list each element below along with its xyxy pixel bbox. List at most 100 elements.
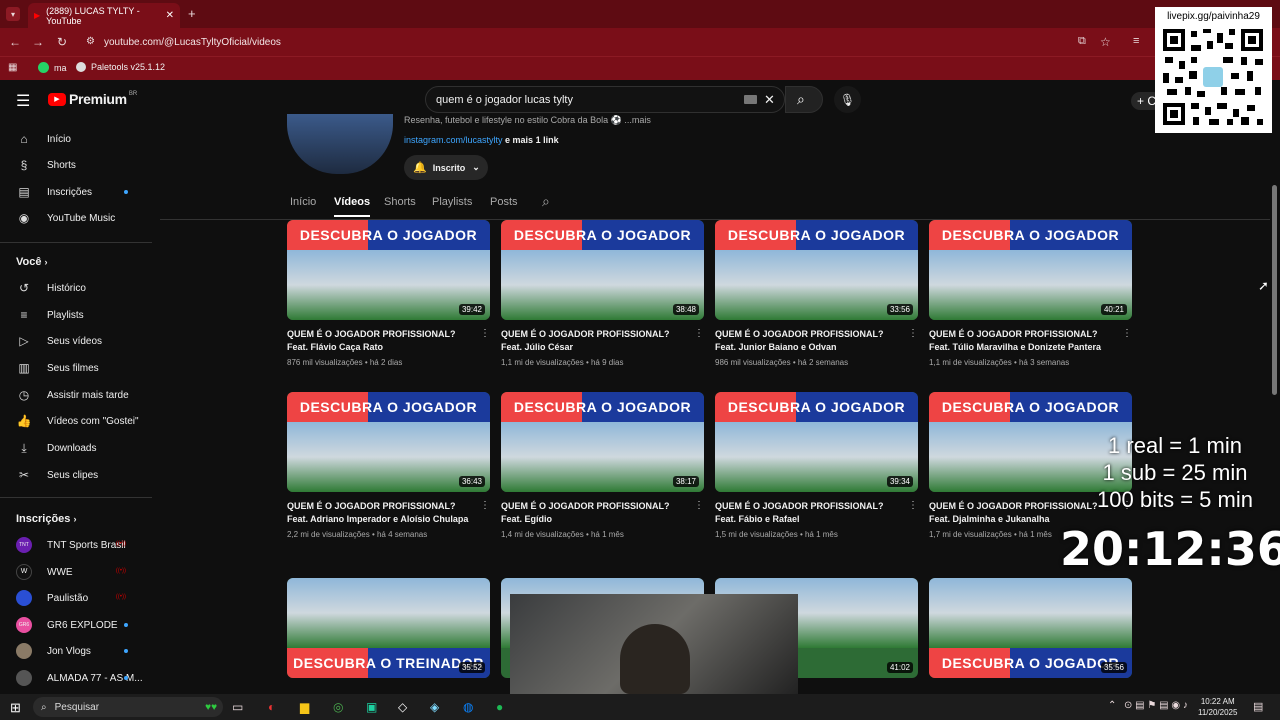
channel-link[interactable]: instagram.com/lucastylty — [404, 135, 503, 145]
video-card[interactable]: DESCUBRA O JOGADOR 39:34 QUEM É O JOGADOR … — [715, 392, 918, 539]
video-card[interactable]: DESCUBRA O JOGADOR 33:56 QUEM É O JOGADOR … — [715, 220, 918, 367]
video-thumbnail[interactable]: DESCUBRA O JOGADOR 36:43 — [287, 392, 490, 492]
edge-icon[interactable]: ◍ — [463, 700, 473, 714]
channel-search-icon[interactable]: ⌕ — [542, 193, 550, 210]
tab-shorts[interactable]: Shorts — [384, 196, 416, 208]
video-thumbnail[interactable]: DESCUBRA O TREINADOR 35:52 — [287, 578, 490, 678]
tray-chevron-icon[interactable]: ⌃ — [1108, 700, 1116, 711]
video-title[interactable]: QUEM É O JOGADOR PROFISSIONAL? Feat. Flá… — [287, 328, 472, 354]
channel-avatar-large[interactable] — [287, 114, 393, 174]
tray-icons[interactable]: ⊙ ▤ ⚑ ▤ ◉ ♪ — [1124, 700, 1188, 711]
page-scrollbar[interactable] — [1272, 185, 1277, 395]
video-title[interactable]: QUEM É O JOGADOR PROFISSIONAL? Feat. Túl… — [929, 328, 1114, 354]
subscription-item[interactable]: ALMADA 77 - AS M... — [16, 665, 146, 691]
video-thumbnail[interactable]: DESCUBRA O JOGADOR 38:48 — [501, 220, 704, 320]
subscription-item[interactable]: GR6 GR6 EXPLODE — [16, 612, 146, 638]
video-title[interactable]: QUEM É O JOGADOR PROFISSIONAL? Feat. Júl… — [501, 328, 686, 354]
bookmark-paletools[interactable]: Paletools v25.1.12 — [76, 62, 165, 72]
video-thumbnail[interactable]: DESCUBRA O JOGADOR 35:56 — [929, 578, 1132, 678]
video-card[interactable]: DESCUBRA O JOGADOR 35:56 — [929, 578, 1132, 678]
more-options-icon[interactable]: ⋮ — [694, 328, 704, 339]
video-thumbnail[interactable]: DESCUBRA O JOGADOR 38:17 — [501, 392, 704, 492]
apps-grid-icon[interactable]: ▦ — [8, 62, 17, 73]
windows-start-icon[interactable]: ⊞ — [10, 700, 21, 716]
tab-posts[interactable]: Posts — [490, 196, 518, 208]
spotify-icon[interactable]: ● — [496, 700, 503, 714]
app-icon[interactable]: ◐ — [268, 700, 275, 714]
sidebar-item-shorts[interactable]: § Shorts — [16, 152, 146, 178]
more-links[interactable]: e mais 1 link — [505, 135, 559, 145]
subscription-item[interactable]: W WWE ((•)) — [16, 559, 146, 585]
video-card[interactable]: DESCUBRA O JOGADOR 39:42 QUEM É O JOGADOR … — [287, 220, 490, 367]
media-controls-icon[interactable]: ≡ — [1133, 35, 1139, 47]
close-tab-icon[interactable]: ✕ — [166, 10, 174, 21]
task-view-icon[interactable]: ▭ — [232, 700, 243, 714]
file-explorer-icon[interactable]: ▆ — [300, 700, 309, 714]
notifications-icon[interactable]: ▤ — [1253, 700, 1263, 713]
video-card[interactable]: DESCUBRA O JOGADOR 38:17 QUEM É O JOGADOR … — [501, 392, 704, 539]
more-options-icon[interactable]: ⋮ — [480, 500, 490, 511]
tab-playlists[interactable]: Playlists — [432, 196, 472, 208]
sidebar-item-liked[interactable]: 👍 Vídeos com "Gostei" — [16, 408, 146, 434]
video-card[interactable]: DESCUBRA O JOGADOR 40:21 QUEM É O JOGADOR … — [929, 220, 1132, 367]
address-bar[interactable]: youtube.com/@LucasTyltyOficial/videos — [104, 37, 281, 48]
install-app-icon[interactable]: ⧉ — [1078, 35, 1086, 48]
video-thumbnail[interactable]: DESCUBRA O JOGADOR 39:34 — [715, 392, 918, 492]
site-info-icon[interactable]: ⚙ — [86, 36, 95, 47]
back-icon[interactable]: ← — [9, 35, 21, 49]
subscriptions-section-title[interactable]: Inscrições › — [16, 513, 76, 525]
video-title[interactable]: QUEM É O JOGADOR PROFISSIONAL? Feat. Adr… — [287, 500, 472, 526]
tab-list-icon[interactable]: ▾ — [6, 7, 20, 21]
sidebar-item-your-videos[interactable]: ▷ Seus vídeos — [16, 328, 146, 354]
more-options-icon[interactable]: ⋮ — [694, 500, 704, 511]
search-button[interactable]: ⌕ — [785, 86, 823, 113]
video-thumbnail[interactable]: DESCUBRA O JOGADOR 40:21 — [929, 220, 1132, 320]
video-title[interactable]: QUEM É O JOGADOR PROFISSIONAL? Feat. Fáb… — [715, 500, 900, 526]
more-options-icon[interactable]: ⋮ — [1122, 328, 1132, 339]
sidebar-item-subscriptions[interactable]: ▤ Inscrições — [16, 179, 146, 205]
search-input[interactable]: quem é o jogador lucas tylty ✕ — [425, 86, 785, 113]
browser-tab[interactable]: ▶ (2889) LUCAS TYLTY - YouTube ✕ — [28, 3, 180, 28]
more-options-icon[interactable]: ⋮ — [908, 328, 918, 339]
bookmark-star-icon[interactable]: ☆ — [1100, 35, 1111, 49]
subscribed-button[interactable]: 🔔 Inscrito ⌄ — [404, 155, 488, 180]
app-icon[interactable]: ▣ — [366, 700, 377, 714]
reload-icon[interactable]: ↻ — [57, 35, 67, 49]
more-options-icon[interactable]: ⋮ — [480, 328, 490, 339]
tab-home[interactable]: Início — [290, 196, 316, 208]
sidebar-item-movies[interactable]: ▥ Seus filmes — [16, 355, 146, 381]
video-title[interactable]: QUEM É O JOGADOR PROFISSIONAL? Feat. Egí… — [501, 500, 686, 526]
sidebar-item-home[interactable]: ⌂ Início — [16, 126, 146, 152]
subscription-item[interactable]: Paulistão ((•)) — [16, 585, 146, 611]
more-options-icon[interactable]: ⋮ — [908, 500, 918, 511]
you-section-title[interactable]: Você › — [16, 256, 48, 268]
forward-icon[interactable]: → — [32, 35, 44, 49]
subscription-item[interactable]: Jon Vlogs — [16, 638, 146, 664]
taskbar-search[interactable]: ⌕ Pesquisar ♥♥ — [33, 697, 223, 717]
clear-search-icon[interactable]: ✕ — [764, 92, 775, 108]
chrome-icon[interactable]: ◎ — [333, 700, 343, 714]
keyboard-icon[interactable] — [744, 95, 757, 104]
youtube-logo[interactable]: ▶ Premium BR — [48, 91, 137, 107]
sidebar-item-music[interactable]: ◉ YouTube Music — [16, 205, 146, 231]
taskbar-clock[interactable]: 10:22 AM 11/20/2025 — [1198, 696, 1237, 718]
video-title[interactable]: QUEM É O JOGADOR PROFISSIONAL? Feat. Jun… — [715, 328, 900, 354]
sidebar-item-watch-later[interactable]: ◷ Assistir mais tarde — [16, 382, 146, 408]
video-card[interactable]: DESCUBRA O JOGADOR 38:48 QUEM É O JOGADOR … — [501, 220, 704, 367]
video-thumbnail[interactable]: DESCUBRA O JOGADOR 39:42 — [287, 220, 490, 320]
new-tab-icon[interactable]: + — [188, 6, 196, 21]
sidebar-item-history[interactable]: ↺ Histórico — [16, 275, 146, 301]
video-card[interactable]: DESCUBRA O TREINADOR 35:52 — [287, 578, 490, 678]
channel-description[interactable]: Resenha, futebol e lifestyle no estilo C… — [404, 115, 651, 126]
tab-videos[interactable]: Vídeos — [334, 196, 371, 217]
sidebar-item-clips[interactable]: ✂ Seus clipes — [16, 462, 146, 488]
sidebar-item-playlists[interactable]: ≡ Playlists — [16, 302, 146, 328]
sidebar-item-downloads[interactable]: ⤓ Downloads — [16, 435, 146, 461]
menu-icon[interactable]: ☰ — [16, 91, 30, 111]
video-thumbnail[interactable]: DESCUBRA O JOGADOR 33:56 — [715, 220, 918, 320]
video-card[interactable]: DESCUBRA O JOGADOR 36:43 QUEM É O JOGADOR … — [287, 392, 490, 539]
app-icon[interactable]: ◇ — [398, 700, 407, 714]
app-icon[interactable]: ◈ — [430, 700, 439, 714]
bookmark-ma[interactable]: ma — [38, 62, 67, 73]
subscription-item[interactable]: TNT TNT Sports Brasil ((•)) — [16, 532, 146, 558]
